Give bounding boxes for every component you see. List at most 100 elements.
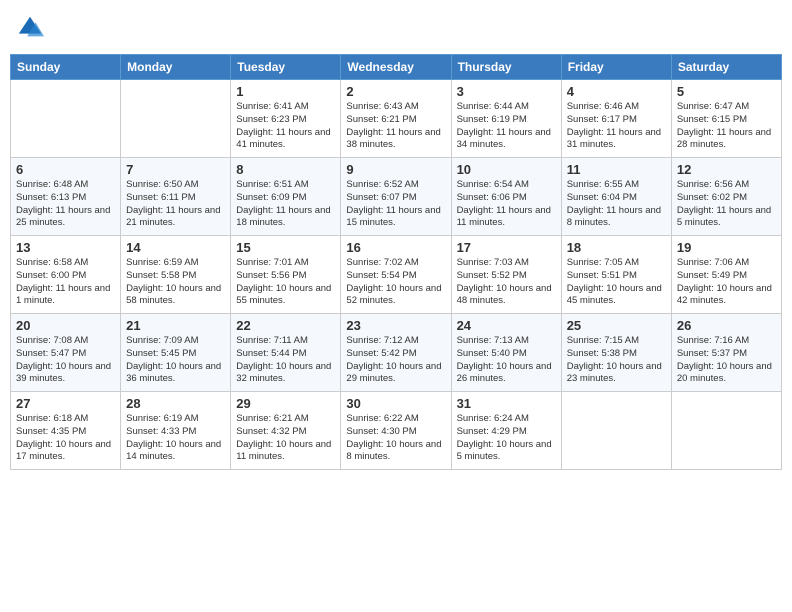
- day-info: Sunrise: 6:48 AM Sunset: 6:13 PM Dayligh…: [16, 179, 115, 230]
- day-number: 22: [236, 318, 335, 333]
- calendar-cell: 18 Sunrise: 7:05 AM Sunset: 5:51 PM Dayli…: [561, 236, 671, 314]
- day-info: Sunrise: 7:09 AM Sunset: 5:45 PM Dayligh…: [126, 335, 225, 386]
- calendar-cell: 21 Sunrise: 7:09 AM Sunset: 5:45 PM Dayli…: [121, 314, 231, 392]
- calendar-cell: [11, 80, 121, 158]
- column-header-monday: Monday: [121, 55, 231, 80]
- day-info: Sunrise: 6:54 AM Sunset: 6:06 PM Dayligh…: [457, 179, 556, 230]
- column-header-wednesday: Wednesday: [341, 55, 451, 80]
- day-number: 4: [567, 84, 666, 99]
- calendar-cell: 31 Sunrise: 6:24 AM Sunset: 4:29 PM Dayli…: [451, 392, 561, 470]
- day-number: 1: [236, 84, 335, 99]
- day-info: Sunrise: 6:41 AM Sunset: 6:23 PM Dayligh…: [236, 101, 335, 152]
- day-info: Sunrise: 6:58 AM Sunset: 6:00 PM Dayligh…: [16, 257, 115, 308]
- day-number: 14: [126, 240, 225, 255]
- day-number: 11: [567, 162, 666, 177]
- day-info: Sunrise: 7:16 AM Sunset: 5:37 PM Dayligh…: [677, 335, 776, 386]
- calendar-cell: 27 Sunrise: 6:18 AM Sunset: 4:35 PM Dayli…: [11, 392, 121, 470]
- column-header-thursday: Thursday: [451, 55, 561, 80]
- calendar-cell: 13 Sunrise: 6:58 AM Sunset: 6:00 PM Dayli…: [11, 236, 121, 314]
- calendar-cell: 9 Sunrise: 6:52 AM Sunset: 6:07 PM Daylig…: [341, 158, 451, 236]
- day-info: Sunrise: 6:19 AM Sunset: 4:33 PM Dayligh…: [126, 413, 225, 464]
- day-info: Sunrise: 6:52 AM Sunset: 6:07 PM Dayligh…: [346, 179, 445, 230]
- day-number: 15: [236, 240, 335, 255]
- day-number: 21: [126, 318, 225, 333]
- logo-icon: [16, 14, 44, 42]
- calendar-cell: 7Sunrise: 6:50 AM Sunset: 6:11 PM Daylig…: [121, 158, 231, 236]
- day-info: Sunrise: 6:43 AM Sunset: 6:21 PM Dayligh…: [346, 101, 445, 152]
- calendar-cell: [561, 392, 671, 470]
- calendar-cell: 28 Sunrise: 6:19 AM Sunset: 4:33 PM Dayli…: [121, 392, 231, 470]
- calendar-cell: 22 Sunrise: 7:11 AM Sunset: 5:44 PM Dayli…: [231, 314, 341, 392]
- calendar-week-row: 1 Sunrise: 6:41 AM Sunset: 6:23 PM Daylig…: [11, 80, 782, 158]
- column-header-tuesday: Tuesday: [231, 55, 341, 80]
- day-number: 30: [346, 396, 445, 411]
- day-number: 6: [16, 162, 115, 177]
- calendar-table: SundayMondayTuesdayWednesdayThursdayFrid…: [10, 54, 782, 470]
- calendar-week-row: 6 Sunrise: 6:48 AM Sunset: 6:13 PM Daylig…: [11, 158, 782, 236]
- calendar-cell: 11 Sunrise: 6:55 AM Sunset: 6:04 PM Dayli…: [561, 158, 671, 236]
- calendar-cell: 6 Sunrise: 6:48 AM Sunset: 6:13 PM Daylig…: [11, 158, 121, 236]
- day-info: Sunrise: 6:59 AM Sunset: 5:58 PM Dayligh…: [126, 257, 225, 308]
- day-number: 25: [567, 318, 666, 333]
- day-info: Sunrise: 6:21 AM Sunset: 4:32 PM Dayligh…: [236, 413, 335, 464]
- calendar-cell: 1 Sunrise: 6:41 AM Sunset: 6:23 PM Daylig…: [231, 80, 341, 158]
- calendar-cell: 29 Sunrise: 6:21 AM Sunset: 4:32 PM Dayli…: [231, 392, 341, 470]
- calendar-cell: 12 Sunrise: 6:56 AM Sunset: 6:02 PM Dayli…: [671, 158, 781, 236]
- calendar-cell: 5 Sunrise: 6:47 AM Sunset: 6:15 PM Daylig…: [671, 80, 781, 158]
- day-number: 10: [457, 162, 556, 177]
- day-number: 26: [677, 318, 776, 333]
- calendar-cell: 4 Sunrise: 6:46 AM Sunset: 6:17 PM Daylig…: [561, 80, 671, 158]
- calendar-cell: 20 Sunrise: 7:08 AM Sunset: 5:47 PM Dayli…: [11, 314, 121, 392]
- day-info: Sunrise: 6:24 AM Sunset: 4:29 PM Dayligh…: [457, 413, 556, 464]
- day-info: Sunrise: 6:51 AM Sunset: 6:09 PM Dayligh…: [236, 179, 335, 230]
- day-number: 27: [16, 396, 115, 411]
- page-header: [10, 10, 782, 46]
- day-number: 18: [567, 240, 666, 255]
- day-info: Sunrise: 7:03 AM Sunset: 5:52 PM Dayligh…: [457, 257, 556, 308]
- calendar-header-row: SundayMondayTuesdayWednesdayThursdayFrid…: [11, 55, 782, 80]
- day-number: 28: [126, 396, 225, 411]
- calendar-cell: 26 Sunrise: 7:16 AM Sunset: 5:37 PM Dayli…: [671, 314, 781, 392]
- day-number: 17: [457, 240, 556, 255]
- day-number: 20: [16, 318, 115, 333]
- day-number: 12: [677, 162, 776, 177]
- day-info: Sunrise: 6:18 AM Sunset: 4:35 PM Dayligh…: [16, 413, 115, 464]
- calendar-cell: 16 Sunrise: 7:02 AM Sunset: 5:54 PM Dayli…: [341, 236, 451, 314]
- day-number: 29: [236, 396, 335, 411]
- calendar-cell: 17 Sunrise: 7:03 AM Sunset: 5:52 PM Dayli…: [451, 236, 561, 314]
- day-info: Sunrise: 7:08 AM Sunset: 5:47 PM Dayligh…: [16, 335, 115, 386]
- calendar-week-row: 20 Sunrise: 7:08 AM Sunset: 5:47 PM Dayli…: [11, 314, 782, 392]
- day-number: 13: [16, 240, 115, 255]
- calendar-cell: 30 Sunrise: 6:22 AM Sunset: 4:30 PM Dayli…: [341, 392, 451, 470]
- calendar-week-row: 13 Sunrise: 6:58 AM Sunset: 6:00 PM Dayli…: [11, 236, 782, 314]
- calendar-cell: 10 Sunrise: 6:54 AM Sunset: 6:06 PM Dayli…: [451, 158, 561, 236]
- calendar-cell: 8Sunrise: 6:51 AM Sunset: 6:09 PM Daylig…: [231, 158, 341, 236]
- calendar-cell: 19Sunrise: 7:06 AM Sunset: 5:49 PM Dayli…: [671, 236, 781, 314]
- logo: [16, 14, 48, 42]
- calendar-cell: [121, 80, 231, 158]
- day-info: Sunrise: 7:05 AM Sunset: 5:51 PM Dayligh…: [567, 257, 666, 308]
- calendar-cell: 23Sunrise: 7:12 AM Sunset: 5:42 PM Dayli…: [341, 314, 451, 392]
- day-info: Sunrise: 6:22 AM Sunset: 4:30 PM Dayligh…: [346, 413, 445, 464]
- day-info: Sunrise: 6:56 AM Sunset: 6:02 PM Dayligh…: [677, 179, 776, 230]
- day-info: Sunrise: 7:02 AM Sunset: 5:54 PM Dayligh…: [346, 257, 445, 308]
- day-number: 5: [677, 84, 776, 99]
- day-number: 31: [457, 396, 556, 411]
- calendar-week-row: 27 Sunrise: 6:18 AM Sunset: 4:35 PM Dayli…: [11, 392, 782, 470]
- day-info: Sunrise: 6:47 AM Sunset: 6:15 PM Dayligh…: [677, 101, 776, 152]
- day-number: 3: [457, 84, 556, 99]
- day-info: Sunrise: 7:11 AM Sunset: 5:44 PM Dayligh…: [236, 335, 335, 386]
- column-header-sunday: Sunday: [11, 55, 121, 80]
- day-number: 9: [346, 162, 445, 177]
- day-info: Sunrise: 6:55 AM Sunset: 6:04 PM Dayligh…: [567, 179, 666, 230]
- day-number: 23: [346, 318, 445, 333]
- calendar-cell: 24Sunrise: 7:13 AM Sunset: 5:40 PM Dayli…: [451, 314, 561, 392]
- day-number: 24: [457, 318, 556, 333]
- calendar-cell: [671, 392, 781, 470]
- day-number: 2: [346, 84, 445, 99]
- calendar-cell: 14 Sunrise: 6:59 AM Sunset: 5:58 PM Dayli…: [121, 236, 231, 314]
- column-header-friday: Friday: [561, 55, 671, 80]
- day-number: 16: [346, 240, 445, 255]
- day-info: Sunrise: 6:46 AM Sunset: 6:17 PM Dayligh…: [567, 101, 666, 152]
- day-info: Sunrise: 6:50 AM Sunset: 6:11 PM Dayligh…: [126, 179, 225, 230]
